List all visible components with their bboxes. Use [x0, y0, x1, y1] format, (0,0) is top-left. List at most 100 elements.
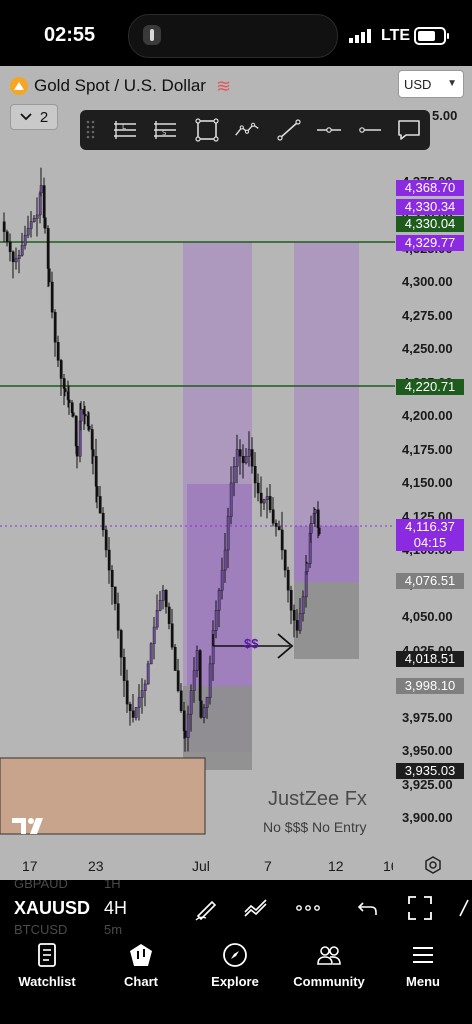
- indicators-icon[interactable]: [242, 894, 270, 922]
- dynamic-island: [128, 14, 338, 58]
- horizontal-line-icon[interactable]: [316, 118, 342, 142]
- candle-body: [161, 590, 165, 601]
- clock: 02:55: [44, 24, 96, 46]
- price-tick: 4,175.00: [402, 441, 453, 457]
- candle-body: [98, 496, 102, 514]
- more-options-icon[interactable]: [294, 894, 322, 922]
- symbol-name[interactable]: XAUUSD: [14, 898, 90, 919]
- candle-body: [53, 311, 57, 343]
- candle-body: [313, 509, 317, 514]
- tradingview-logo[interactable]: [12, 816, 50, 836]
- candle-body: [119, 630, 123, 658]
- tab-chart[interactable]: Chart: [94, 942, 188, 989]
- svg-text:L: L: [122, 123, 126, 131]
- price-tag: 4,368.70: [396, 180, 464, 196]
- candle-body: [63, 388, 67, 393]
- drawing-toolbar[interactable]: L S: [80, 110, 430, 150]
- watermark-title: JustZee Fx: [268, 788, 367, 810]
- candle-body: [95, 486, 99, 497]
- candle-body: [298, 613, 302, 631]
- drag-handle-icon[interactable]: [86, 120, 96, 140]
- symbol-title: Gold Spot / U.S. Dollar: [34, 76, 206, 95]
- date-tick: 7: [264, 858, 272, 874]
- comment-icon[interactable]: [396, 118, 422, 142]
- trend-line-icon[interactable]: [276, 118, 302, 142]
- tab-label: Watchlist: [18, 974, 76, 989]
- price-tick: 4,275.00: [402, 307, 453, 323]
- candle-body: [286, 569, 290, 591]
- price-tick: 3,900.00: [402, 810, 453, 825]
- candle-body: [259, 492, 263, 504]
- tab-menu[interactable]: Menu: [376, 942, 470, 989]
- candle-body: [280, 529, 284, 551]
- more-tools-icon[interactable]: [456, 894, 472, 922]
- rectangle-tool-icon[interactable]: [194, 118, 220, 142]
- symbol-header[interactable]: Gold Spot / U.S. Dollar ≋: [10, 74, 231, 98]
- price-tick: 4,250.00: [402, 341, 453, 356]
- indicator-toggle[interactable]: 2: [10, 104, 58, 130]
- candle-body: [277, 526, 281, 531]
- interval-select[interactable]: 4H: [104, 898, 127, 919]
- horizontal-ray-icon[interactable]: [356, 118, 382, 142]
- gold-icon: [10, 77, 28, 95]
- candle-body: [199, 700, 203, 718]
- candle-body: [131, 710, 135, 718]
- tab-explore[interactable]: Explore: [188, 942, 282, 989]
- date-tick: 12: [328, 858, 344, 874]
- price-tag: 3,935.03: [396, 763, 464, 779]
- candle-body: [107, 549, 111, 571]
- chart-icon: [130, 944, 152, 966]
- candle-body: [5, 231, 9, 243]
- candle-body: [149, 643, 153, 665]
- candle-body: [104, 529, 108, 551]
- candle-body: [137, 697, 141, 708]
- date-tick: 17: [22, 858, 38, 874]
- settings-icon[interactable]: [424, 856, 442, 874]
- chevron-down-icon: [20, 113, 32, 121]
- price-tag: 04:15: [396, 535, 464, 551]
- candle-body: [305, 563, 309, 572]
- symbol-bar[interactable]: GBPAUD 1H BTCUSD 5m XAUUSD 4H: [0, 880, 472, 936]
- grey-zone: [294, 582, 359, 659]
- drawing-pen-icon[interactable]: [192, 894, 220, 922]
- candle-body: [301, 596, 305, 614]
- candle-body: [192, 670, 196, 691]
- tab-community[interactable]: Community: [282, 942, 376, 989]
- path-tool-icon[interactable]: [234, 118, 260, 142]
- candle-body: [32, 218, 36, 222]
- candle-body: [271, 509, 275, 524]
- compass-icon: [223, 943, 247, 967]
- candle-body: [143, 683, 147, 691]
- price-tag: 4,220.71: [396, 379, 464, 395]
- price-tag: 3,998.10: [396, 678, 464, 694]
- tab-label: Chart: [124, 974, 158, 989]
- long-position-icon[interactable]: L: [112, 118, 138, 142]
- currency-select[interactable]: USD ▼: [398, 70, 464, 98]
- candle-body: [235, 449, 239, 467]
- candle-body: [183, 730, 187, 738]
- candle-body: [179, 690, 183, 712]
- signal-icon: [349, 29, 371, 43]
- fullscreen-icon[interactable]: [406, 894, 434, 922]
- candle-body: [317, 527, 321, 535]
- candle-body: [205, 697, 209, 708]
- candle-body: [87, 425, 91, 430]
- price-tick: 4,150.00: [402, 475, 453, 490]
- tab-watchlist[interactable]: Watchlist: [0, 942, 94, 989]
- date-tick: Jul: [192, 858, 210, 874]
- short-position-icon[interactable]: S: [152, 118, 178, 142]
- candle-body: [23, 234, 27, 246]
- undo-icon[interactable]: [354, 894, 382, 922]
- candle-body: [67, 399, 71, 403]
- candle-body: [26, 228, 30, 236]
- battery-icon: [414, 27, 449, 45]
- candle-body: [91, 449, 95, 457]
- candle-body: [244, 456, 248, 464]
- chart-area[interactable]: Gold Spot / U.S. Dollar ≋ USD ▼ 2 L S 5.…: [0, 66, 472, 880]
- candle-body: [232, 466, 236, 484]
- candle-body: [202, 707, 206, 718]
- candle-body: [265, 496, 269, 500]
- candle-body: [176, 670, 180, 691]
- price-tag: 4,330.34: [396, 199, 464, 215]
- candle-body: [268, 496, 272, 510]
